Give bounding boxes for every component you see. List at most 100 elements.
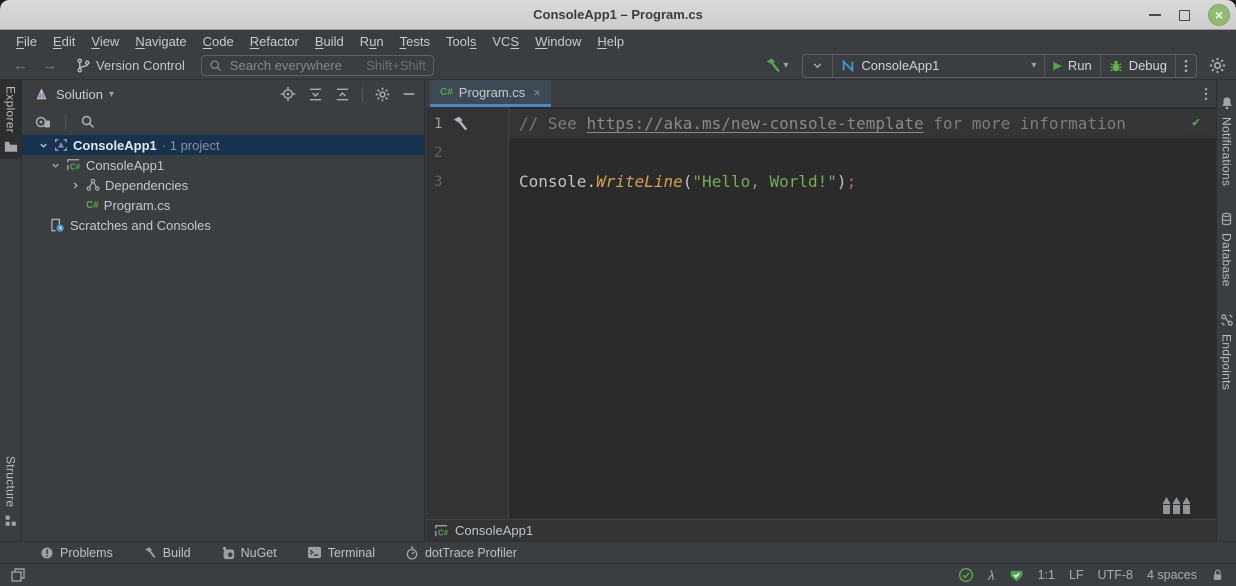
code-editor[interactable]: 1 2 3 // See https://aka.ms/new-console-… bbox=[426, 107, 1216, 519]
more-run-options-button[interactable] bbox=[1175, 55, 1196, 77]
tool-window-tab-build[interactable]: Build bbox=[143, 546, 191, 560]
tree-item-label: Program.cs bbox=[104, 198, 170, 213]
run-config-name: ConsoleApp1 bbox=[861, 58, 939, 73]
minimize-button[interactable] bbox=[1149, 14, 1161, 16]
tool-tab-label: Build bbox=[163, 546, 191, 560]
line-separator[interactable]: LF bbox=[1069, 568, 1084, 582]
maximize-button[interactable] bbox=[1179, 10, 1190, 21]
tab-program-cs[interactable]: C# Program.cs × bbox=[430, 80, 551, 107]
tool-window-tab-structure[interactable]: Structure bbox=[4, 450, 18, 533]
template-link[interactable]: https://aka.ms/new-console-template bbox=[586, 114, 923, 133]
tool-window-tab-database[interactable]: Database bbox=[1220, 206, 1234, 293]
chevron-right-icon[interactable] bbox=[70, 180, 81, 191]
breadcrumb-item[interactable]: ConsoleApp1 bbox=[455, 523, 533, 538]
locate-icon[interactable] bbox=[280, 86, 296, 102]
main-toolbar: ← → Version Control Shift+Shift ▾ Consol… bbox=[0, 52, 1236, 80]
run-button[interactable]: ▶ Run bbox=[1044, 55, 1099, 77]
close-button[interactable]: × bbox=[1208, 4, 1230, 26]
notifications-tab-label: Notifications bbox=[1220, 117, 1234, 186]
menu-navigate[interactable]: Navigate bbox=[127, 34, 194, 49]
settings-button[interactable] bbox=[1209, 57, 1226, 74]
tree-item-solution[interactable]: ConsoleApp1 · 1 project bbox=[22, 135, 424, 155]
menu-build[interactable]: Build bbox=[307, 34, 352, 49]
run-config-chevron[interactable] bbox=[803, 55, 832, 77]
tree-item-dependencies[interactable]: Dependencies bbox=[22, 175, 424, 195]
editor-tab-bar: C# Program.cs × bbox=[426, 80, 1216, 107]
chevron-down-icon[interactable]: ▾ bbox=[109, 89, 114, 100]
tool-window-tab-endpoints[interactable]: Endpoints bbox=[1220, 307, 1234, 396]
menu-help[interactable]: Help bbox=[589, 34, 632, 49]
tool-window-layout-icon[interactable] bbox=[10, 567, 26, 583]
csharp-file-icon: C# bbox=[440, 87, 453, 98]
tree-item-scratches[interactable]: Scratches and Consoles bbox=[22, 215, 424, 235]
hammer-gutter-icon[interactable] bbox=[451, 115, 469, 133]
run-config-selector[interactable]: ConsoleApp1 ▾ bbox=[832, 55, 1044, 77]
kebab-menu-icon bbox=[1184, 59, 1188, 73]
expand-all-icon[interactable] bbox=[308, 87, 323, 102]
inspections-ok-icon[interactable] bbox=[958, 567, 974, 583]
bottom-tool-window-bar: Problems Build NuGet Terminal dotTrace P… bbox=[0, 541, 1236, 563]
menu-code[interactable]: Code bbox=[195, 34, 242, 49]
search-icon[interactable] bbox=[80, 114, 95, 129]
kebab-menu-icon[interactable] bbox=[1204, 87, 1208, 101]
tool-window-tab-problems[interactable]: Problems bbox=[40, 546, 113, 560]
line-number: 1 bbox=[434, 116, 442, 132]
code-line-3: Console.WriteLine("Hello, World!"); bbox=[510, 167, 1216, 196]
tool-window-tab-notifications[interactable]: Notifications bbox=[1220, 90, 1234, 192]
stopwatch-icon bbox=[405, 546, 419, 560]
build-solution-button[interactable]: ▾ bbox=[764, 57, 788, 74]
run-icon: ▶ bbox=[1053, 59, 1061, 72]
tool-window-tab-explorer[interactable]: Explorer bbox=[0, 80, 21, 159]
menu-window[interactable]: Window bbox=[527, 34, 589, 49]
inspections-status-widget[interactable]: ✔ bbox=[1184, 112, 1208, 132]
svg-text:C#: C# bbox=[438, 528, 449, 537]
database-icon bbox=[1220, 212, 1233, 226]
chevron-down-icon[interactable]: ▾ bbox=[783, 60, 788, 71]
file-encoding[interactable]: UTF-8 bbox=[1098, 568, 1133, 582]
scratches-icon bbox=[50, 218, 65, 233]
git-branch-icon bbox=[76, 58, 91, 73]
search-everywhere-box[interactable]: Shift+Shift bbox=[201, 55, 434, 76]
close-icon[interactable]: × bbox=[533, 85, 541, 100]
tool-window-tab-terminal[interactable]: Terminal bbox=[307, 546, 375, 560]
debug-button[interactable]: Debug bbox=[1100, 55, 1175, 77]
forward-icon[interactable]: → bbox=[35, 57, 64, 74]
chevron-down-icon[interactable] bbox=[38, 140, 49, 151]
explorer-header: Solution ▾ bbox=[22, 80, 424, 108]
menu-edit[interactable]: Edit bbox=[45, 34, 83, 49]
line-number: 2 bbox=[434, 145, 442, 161]
menu-file[interactable]: File bbox=[8, 34, 45, 49]
search-icon bbox=[209, 59, 222, 72]
structure-icon bbox=[4, 514, 17, 527]
highlighting-level-pens-icon[interactable] bbox=[1162, 495, 1192, 517]
select-opened-file-icon[interactable] bbox=[34, 114, 51, 130]
tool-window-tab-nuget[interactable]: NuGet bbox=[221, 546, 277, 560]
menu-view[interactable]: View bbox=[83, 34, 127, 49]
gear-icon[interactable] bbox=[375, 87, 390, 102]
menu-refactor[interactable]: Refactor bbox=[242, 34, 307, 49]
caret-position[interactable]: 1:1 bbox=[1038, 568, 1055, 582]
menu-vcs[interactable]: VCS bbox=[484, 34, 527, 49]
solution-analysis-icon[interactable] bbox=[1009, 568, 1024, 583]
menu-tools[interactable]: Tools bbox=[438, 34, 484, 49]
chevron-down-icon[interactable] bbox=[50, 160, 61, 171]
window-title: ConsoleApp1 – Program.cs bbox=[533, 7, 703, 22]
tool-window-tab-dottrace[interactable]: dotTrace Profiler bbox=[405, 546, 517, 560]
tool-tab-label: NuGet bbox=[241, 546, 277, 560]
tree-item-label: Dependencies bbox=[105, 178, 188, 193]
menu-tests[interactable]: Tests bbox=[392, 34, 438, 49]
tree-item-suffix: · 1 project bbox=[162, 138, 220, 153]
lock-icon[interactable] bbox=[1211, 568, 1224, 582]
endpoints-icon bbox=[1220, 313, 1234, 327]
indent-style[interactable]: 4 spaces bbox=[1147, 568, 1197, 582]
tree-item-program-cs[interactable]: C# Program.cs bbox=[22, 195, 424, 215]
menu-run[interactable]: Run bbox=[352, 34, 392, 49]
lambda-icon[interactable]: λ bbox=[988, 568, 994, 583]
hide-panel-icon[interactable] bbox=[402, 87, 416, 101]
back-icon[interactable]: ← bbox=[6, 57, 35, 74]
version-control-widget[interactable]: Version Control bbox=[76, 58, 185, 73]
search-input[interactable] bbox=[228, 57, 360, 74]
collapse-all-icon[interactable] bbox=[335, 87, 350, 102]
tree-item-project[interactable]: C# ConsoleApp1 bbox=[22, 155, 424, 175]
dependencies-icon bbox=[86, 178, 100, 192]
